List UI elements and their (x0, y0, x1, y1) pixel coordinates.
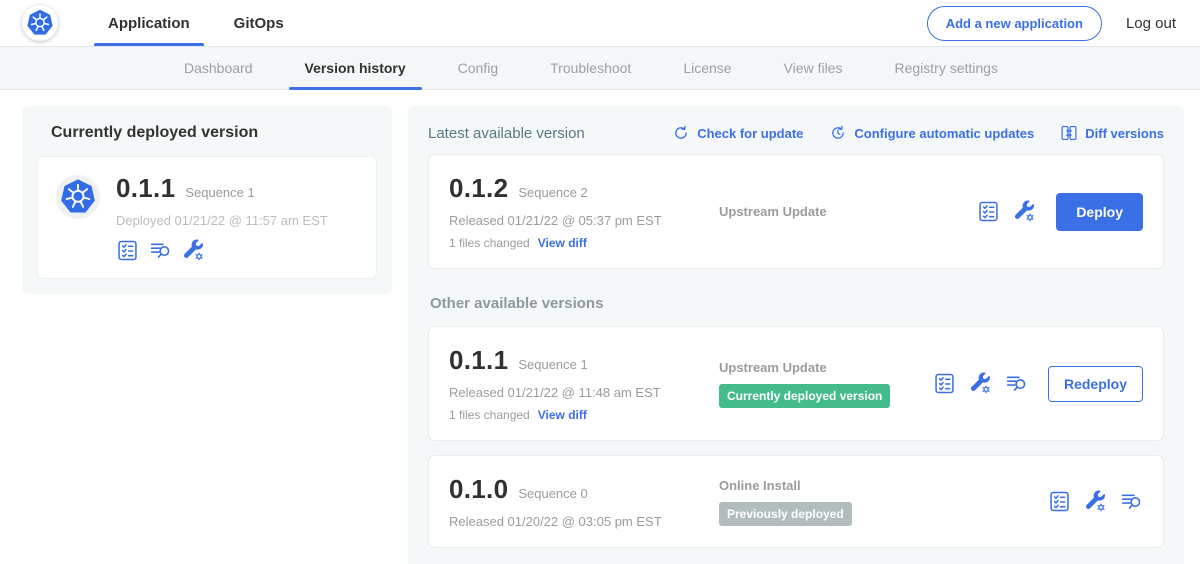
view-diff-link[interactable]: View diff (538, 236, 587, 250)
configure-automatic-updates-link[interactable]: Configure automatic updates (829, 124, 1034, 142)
preflight-checks-icon[interactable] (977, 200, 1000, 223)
auto-update-icon (829, 124, 847, 142)
preflight-checks-icon[interactable] (116, 239, 139, 262)
latest-available-header: Latest available version (428, 125, 585, 142)
subnav-view-files[interactable]: View files (758, 47, 869, 89)
sequence-label: Sequence 1 (518, 357, 587, 372)
files-changed-label: 1 files changed (449, 236, 530, 250)
version-row-0-1-2: 0.1.2 Sequence 2 Released 01/21/22 @ 05:… (428, 154, 1164, 269)
subnav-version-history[interactable]: Version history (279, 47, 432, 89)
diff-versions-link[interactable]: Diff versions (1060, 124, 1164, 142)
tab-application[interactable]: Application (86, 0, 212, 46)
files-changed-label: 1 files changed (449, 408, 530, 422)
view-diff-link[interactable]: View diff (538, 408, 587, 422)
version-actions: Redeploy (933, 366, 1143, 402)
released-timestamp: Released 01/21/22 @ 05:37 pm EST (449, 213, 709, 228)
subnav-license[interactable]: License (657, 47, 757, 89)
add-new-application-button[interactable]: Add a new application (927, 6, 1102, 41)
version-row-0-1-0: 0.1.0 Sequence 0 Released 01/20/22 @ 03:… (428, 455, 1164, 548)
tab-gitops[interactable]: GitOps (212, 0, 306, 46)
sequence-label: Sequence 2 (518, 185, 587, 200)
subnav-config[interactable]: Config (432, 47, 524, 89)
subnav-troubleshoot[interactable]: Troubleshoot (524, 47, 657, 89)
version-history-panel: Latest available version Check for updat… (408, 106, 1184, 564)
version-info: 0.1.2 Sequence 2 Released 01/21/22 @ 05:… (449, 173, 709, 250)
sequence-label: Sequence 0 (518, 486, 587, 501)
source-label: Upstream Update (719, 204, 977, 219)
edit-config-icon[interactable] (1013, 200, 1036, 223)
deployed-version-number: 0.1.1 (116, 173, 175, 204)
currently-deployed-card: Currently deployed version 0.1.1 Sequenc… (22, 106, 392, 294)
diff-icon (1060, 124, 1078, 142)
preflight-checks-icon[interactable] (933, 372, 956, 395)
previously-deployed-badge: Previously deployed (719, 502, 852, 526)
edit-config-icon[interactable] (969, 372, 992, 395)
configure-automatic-updates-label: Configure automatic updates (854, 126, 1034, 141)
app-subnav: Dashboard Version history Config Trouble… (0, 46, 1200, 90)
app-tabs: Application GitOps (86, 0, 306, 46)
currently-deployed-title: Currently deployed version (51, 124, 377, 142)
released-timestamp: Released 01/20/22 @ 03:05 pm EST (449, 514, 709, 529)
subnav-registry-settings[interactable]: Registry settings (868, 47, 1023, 89)
version-actions: Deploy (977, 193, 1143, 231)
source-label: Upstream Update (719, 360, 933, 375)
version-source: Upstream Update (709, 204, 977, 219)
deploy-logs-icon[interactable] (149, 239, 172, 262)
version-actions (1048, 490, 1143, 513)
header-right: Add a new application Log out (927, 0, 1176, 46)
panel-actions: Check for update Configure automatic upd… (672, 124, 1164, 142)
released-timestamp: Released 01/21/22 @ 11:48 am EST (449, 385, 709, 400)
kubernetes-logo (22, 5, 58, 41)
check-for-update-label: Check for update (697, 126, 803, 141)
logout-link[interactable]: Log out (1126, 15, 1176, 32)
refresh-icon (672, 124, 690, 142)
preflight-checks-icon[interactable] (1048, 490, 1071, 513)
deploy-logs-icon[interactable] (1005, 372, 1028, 395)
edit-config-icon[interactable] (1084, 490, 1107, 513)
deploy-button[interactable]: Deploy (1056, 193, 1143, 231)
deployed-sequence-label: Sequence 1 (185, 185, 254, 200)
main-content: Currently deployed version 0.1.1 Sequenc… (0, 90, 1200, 564)
other-available-header: Other available versions (430, 295, 1164, 312)
version-info: 0.1.1 Sequence 1 Released 01/21/22 @ 11:… (449, 345, 709, 422)
version-number: 0.1.0 (449, 474, 508, 505)
version-number: 0.1.2 (449, 173, 508, 204)
version-info: 0.1.0 Sequence 0 Released 01/20/22 @ 03:… (449, 474, 709, 529)
check-for-update-link[interactable]: Check for update (672, 124, 803, 142)
version-source: Online Install Previously deployed (709, 478, 1048, 526)
version-row-0-1-1: 0.1.1 Sequence 1 Released 01/21/22 @ 11:… (428, 326, 1164, 441)
edit-config-icon[interactable] (182, 239, 205, 262)
deployed-timestamp: Deployed 01/21/22 @ 11:57 am EST (116, 213, 328, 228)
version-source: Upstream Update Currently deployed versi… (709, 360, 933, 408)
app-kubernetes-icon (54, 173, 102, 221)
version-number: 0.1.1 (449, 345, 508, 376)
subnav-dashboard[interactable]: Dashboard (158, 47, 279, 89)
diff-versions-label: Diff versions (1085, 126, 1164, 141)
top-header: Application GitOps Add a new application… (0, 0, 1200, 46)
deployed-version-details: 0.1.1 Sequence 1 Deployed 01/21/22 @ 11:… (116, 173, 328, 262)
source-label: Online Install (719, 478, 1048, 493)
deployed-version-card: 0.1.1 Sequence 1 Deployed 01/21/22 @ 11:… (37, 156, 377, 279)
currently-deployed-badge: Currently deployed version (719, 384, 890, 408)
redeploy-button[interactable]: Redeploy (1048, 366, 1143, 402)
deploy-logs-icon[interactable] (1120, 490, 1143, 513)
